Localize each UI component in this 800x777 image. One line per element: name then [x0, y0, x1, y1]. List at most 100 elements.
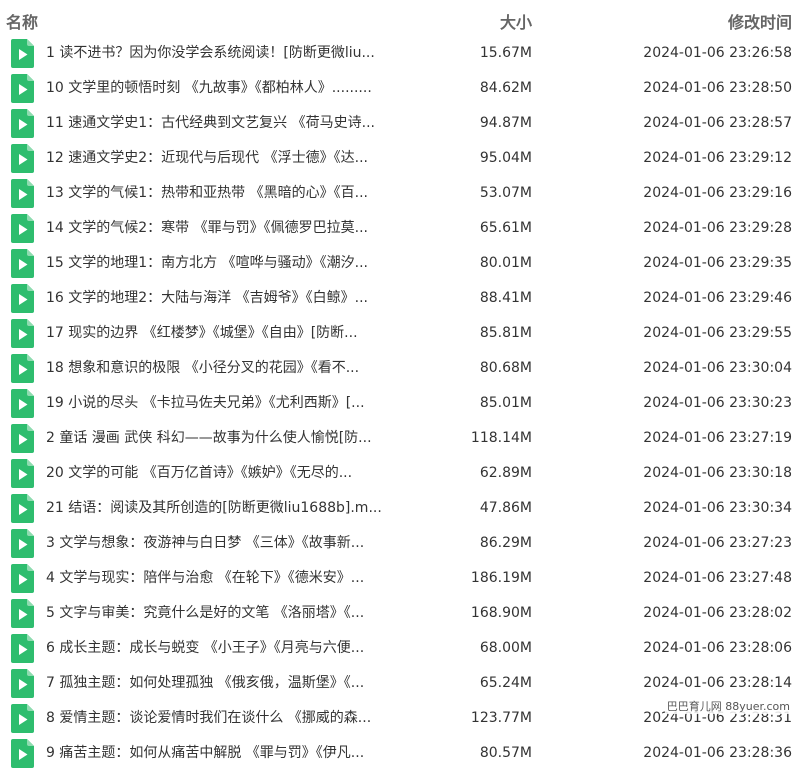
file-name[interactable]: 3 文学与想象：夜游神与白日梦 《三体》《故事新... — [46, 534, 400, 552]
file-modified-time: 2024-01-06 23:28:50 — [643, 80, 792, 96]
file-size: 186.19M — [470, 570, 532, 586]
file-name[interactable]: 4 文学与现实：陪伴与治愈 《在轮下》《德米安》... — [46, 569, 400, 587]
file-modified-time: 2024-01-06 23:29:55 — [643, 325, 792, 341]
file-modified-time: 2024-01-06 23:30:18 — [643, 465, 792, 481]
file-rows: 1 读不进书？因为你没学会系统阅读！[防断更微liu... 15.67M 2024-… — [0, 36, 800, 771]
file-size: 80.68M — [479, 360, 532, 376]
file-name[interactable]: 1 读不进书？因为你没学会系统阅读！[防断更微liu... — [46, 44, 400, 62]
video-file-icon — [11, 704, 34, 733]
file-modified-time: 2024-01-06 23:27:23 — [643, 535, 792, 551]
video-file-icon — [11, 249, 34, 278]
file-modified-time: 2024-01-06 23:29:35 — [643, 255, 792, 271]
file-modified-time: 2024-01-06 23:29:16 — [643, 185, 792, 201]
file-row[interactable]: 12 速通文学史2：近现代与后现代 《浮士德》《达... 95.04M 2024-0… — [0, 141, 800, 176]
video-file-icon — [11, 144, 34, 173]
file-modified-time: 2024-01-06 23:30:23 — [643, 395, 792, 411]
file-size: 123.77M — [470, 710, 532, 726]
file-size: 95.04M — [479, 150, 532, 166]
file-name[interactable]: 12 速通文学史2：近现代与后现代 《浮士德》《达... — [46, 149, 400, 167]
video-file-icon — [11, 459, 34, 488]
video-file-icon — [11, 739, 34, 768]
file-size: 84.62M — [479, 80, 532, 96]
file-size: 62.89M — [479, 465, 532, 481]
file-row[interactable]: 2 童话 漫画 武侠 科幻——故事为什么使人愉悦[防... 118.14M 2024… — [0, 421, 800, 456]
video-file-icon — [11, 424, 34, 453]
file-name[interactable]: 9 痛苦主题：如何从痛苦中解脱 《罪与罚》《伊凡... — [46, 744, 400, 762]
file-name[interactable]: 16 文学的地理2：大陆与海洋 《吉姆爷》《白鲸》... — [46, 289, 400, 307]
file-row[interactable]: 4 文学与现实：陪伴与治愈 《在轮下》《德米安》... 186.19M 2024-0… — [0, 561, 800, 596]
video-file-icon — [11, 39, 34, 68]
file-modified-time: 2024-01-06 23:27:19 — [643, 430, 792, 446]
file-size: 94.87M — [479, 115, 532, 131]
file-row[interactable]: 10 文学里的顿悟时刻 《九故事》《都柏林人》......... 84.62M 20… — [0, 71, 800, 106]
file-row[interactable]: 13 文学的气候1：热带和亚热带 《黑暗的心》《百... 53.07M 2024-0… — [0, 176, 800, 211]
file-size: 68.00M — [479, 640, 532, 656]
file-size: 86.29M — [479, 535, 532, 551]
file-name[interactable]: 5 文字与审美：究竟什么是好的文笔 《洛丽塔》《... — [46, 604, 400, 622]
video-file-icon — [11, 74, 34, 103]
file-name[interactable]: 15 文学的地理1：南方北方 《喧哗与骚动》《潮汐... — [46, 254, 400, 272]
video-file-icon — [11, 179, 34, 208]
file-name[interactable]: 7 孤独主题：如何处理孤独 《俄亥俄，温斯堡》《... — [46, 674, 400, 692]
file-row[interactable]: 11 速通文学史1：古代经典到文艺复兴 《荷马史诗... 94.87M 2024-0… — [0, 106, 800, 141]
video-file-icon — [11, 284, 34, 313]
video-file-icon — [11, 529, 34, 558]
file-row[interactable]: 20 文学的可能 《百万亿首诗》《嫉妒》《无尽的... 62.89M 2024-01… — [0, 456, 800, 491]
video-file-icon — [11, 354, 34, 383]
file-name[interactable]: 10 文学里的顿悟时刻 《九故事》《都柏林人》......... — [46, 79, 400, 97]
file-size: 65.61M — [479, 220, 532, 236]
column-header-modified[interactable]: 修改时间 — [728, 9, 792, 33]
file-modified-time: 2024-01-06 23:28:06 — [643, 640, 792, 656]
file-modified-time: 2024-01-06 23:26:58 — [643, 45, 792, 61]
file-size: 80.57M — [479, 745, 532, 761]
video-file-icon — [11, 319, 34, 348]
list-header: 名称 大小 修改时间 — [0, 0, 800, 38]
video-file-icon — [11, 669, 34, 698]
video-file-icon — [11, 494, 34, 523]
video-file-icon — [11, 389, 34, 418]
file-row[interactable]: 14 文学的气候2：寒带 《罪与罚》《佩德罗巴拉莫... 65.61M 2024-0… — [0, 211, 800, 246]
file-size: 88.41M — [479, 290, 532, 306]
file-row[interactable]: 19 小说的尽头 《卡拉马佐夫兄弟》《尤利西斯》[... 85.01M 2024-0… — [0, 386, 800, 421]
file-name[interactable]: 6 成长主题：成长与蜕变 《小王子》《月亮与六便... — [46, 639, 400, 657]
file-row[interactable]: 7 孤独主题：如何处理孤独 《俄亥俄，温斯堡》《... 65.24M 2024-01… — [0, 666, 800, 701]
video-file-icon — [11, 634, 34, 663]
file-modified-time: 2024-01-06 23:30:34 — [643, 500, 792, 516]
file-name[interactable]: 14 文学的气候2：寒带 《罪与罚》《佩德罗巴拉莫... — [46, 219, 400, 237]
file-row[interactable]: 1 读不进书？因为你没学会系统阅读！[防断更微liu... 15.67M 2024-… — [0, 36, 800, 71]
file-size: 80.01M — [479, 255, 532, 271]
file-modified-time: 2024-01-06 23:29:12 — [643, 150, 792, 166]
file-row[interactable]: 3 文学与想象：夜游神与白日梦 《三体》《故事新... 86.29M 2024-01… — [0, 526, 800, 561]
file-row[interactable]: 18 想象和意识的极限 《小径分叉的花园》《看不... 80.68M 2024-01… — [0, 351, 800, 386]
file-row[interactable]: 16 文学的地理2：大陆与海洋 《吉姆爷》《白鲸》... 88.41M 2024-0… — [0, 281, 800, 316]
file-modified-time: 2024-01-06 23:29:46 — [643, 290, 792, 306]
file-row[interactable]: 5 文字与审美：究竟什么是好的文笔 《洛丽塔》《... 168.90M 2024-0… — [0, 596, 800, 631]
column-header-name[interactable]: 名称 — [6, 9, 38, 33]
video-file-icon — [11, 564, 34, 593]
file-row[interactable]: 9 痛苦主题：如何从痛苦中解脱 《罪与罚》《伊凡... 80.57M 2024-01… — [0, 736, 800, 771]
file-size: 65.24M — [479, 675, 532, 691]
file-name[interactable]: 11 速通文学史1：古代经典到文艺复兴 《荷马史诗... — [46, 114, 400, 132]
file-modified-time: 2024-01-06 23:28:02 — [643, 605, 792, 621]
file-name[interactable]: 17 现实的边界 《红楼梦》《城堡》《自由》[防断... — [46, 324, 400, 342]
file-name[interactable]: 8 爱情主题：谈论爱情时我们在谈什么 《挪威的森... — [46, 709, 400, 727]
file-row[interactable]: 21 结语：阅读及其所创造的[防断更微liu1688b].m... 47.86M 2… — [0, 491, 800, 526]
file-name[interactable]: 2 童话 漫画 武侠 科幻——故事为什么使人愉悦[防... — [46, 429, 400, 447]
file-name[interactable]: 13 文学的气候1：热带和亚热带 《黑暗的心》《百... — [46, 184, 400, 202]
file-size: 85.01M — [479, 395, 532, 411]
column-header-size[interactable]: 大小 — [500, 9, 532, 33]
file-name[interactable]: 19 小说的尽头 《卡拉马佐夫兄弟》《尤利西斯》[... — [46, 394, 400, 412]
file-size: 168.90M — [470, 605, 532, 621]
file-modified-time: 2024-01-06 23:29:28 — [643, 220, 792, 236]
file-name[interactable]: 20 文学的可能 《百万亿首诗》《嫉妒》《无尽的... — [46, 464, 400, 482]
file-row[interactable]: 6 成长主题：成长与蜕变 《小王子》《月亮与六便... 68.00M 2024-01… — [0, 631, 800, 666]
file-modified-time: 2024-01-06 23:28:57 — [643, 115, 792, 131]
file-row[interactable]: 15 文学的地理1：南方北方 《喧哗与骚动》《潮汐... 80.01M 2024-0… — [0, 246, 800, 281]
file-name[interactable]: 21 结语：阅读及其所创造的[防断更微liu1688b].m... — [46, 499, 400, 517]
video-file-icon — [11, 109, 34, 138]
file-name[interactable]: 18 想象和意识的极限 《小径分叉的花园》《看不... — [46, 359, 400, 377]
file-row[interactable]: 17 现实的边界 《红楼梦》《城堡》《自由》[防断... 85.81M 2024-0… — [0, 316, 800, 351]
file-modified-time: 2024-01-06 23:28:36 — [643, 745, 792, 761]
video-file-icon — [11, 599, 34, 628]
watermark: 巴巴育儿网 88yuer.com — [664, 698, 792, 714]
